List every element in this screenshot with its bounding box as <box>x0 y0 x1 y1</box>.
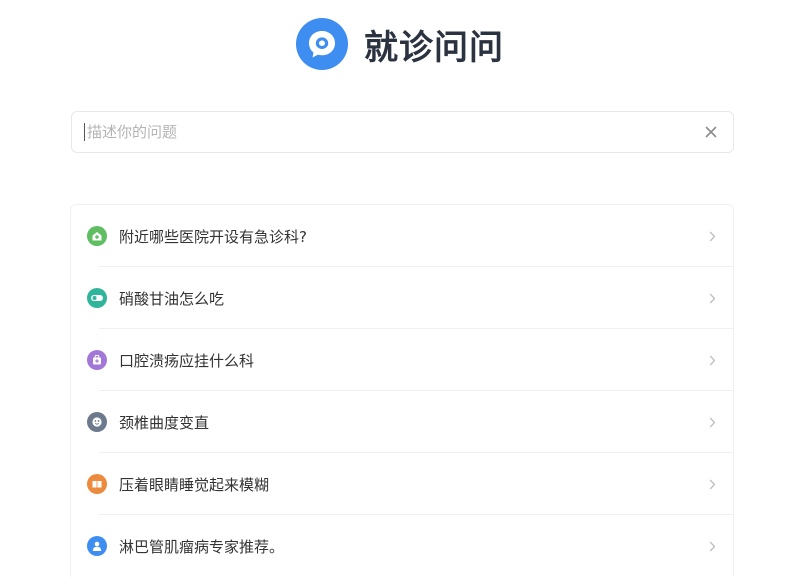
suggestion-item[interactable]: 硝酸甘油怎么吃 <box>71 267 733 329</box>
suggestion-item[interactable]: 口腔溃疡应挂什么科 <box>71 329 733 391</box>
suggestion-label: 口腔溃疡应挂什么科 <box>119 351 255 370</box>
chevron-right-icon <box>705 415 719 429</box>
suggestion-label: 附近哪些医院开设有急诊科? <box>119 227 307 246</box>
app-title: 就诊问问 <box>364 27 504 68</box>
book-icon <box>87 474 107 494</box>
header: 就诊问问 <box>0 18 800 70</box>
medical-kit-icon <box>87 350 107 370</box>
clear-button[interactable] <box>699 120 723 144</box>
chevron-right-icon <box>705 291 719 305</box>
chevron-right-icon <box>705 539 719 553</box>
search-input[interactable] <box>84 123 699 141</box>
suggestion-label: 颈椎曲度变直 <box>119 413 210 432</box>
suggestion-item[interactable]: 压着眼睛睡觉起来模糊 <box>71 453 733 515</box>
suggestion-label: 硝酸甘油怎么吃 <box>119 289 225 308</box>
doctor-icon <box>87 536 107 556</box>
face-icon <box>87 412 107 432</box>
suggestion-item[interactable]: 附近哪些医院开设有急诊科? <box>71 205 733 267</box>
suggestion-item[interactable]: 淋巴管肌瘤病专家推荐。 <box>71 515 733 577</box>
chevron-right-icon <box>705 477 719 491</box>
page: 就诊问问 附近哪些医院开设有急诊科? <box>0 0 800 577</box>
chat-bubble-icon <box>296 18 348 70</box>
hospital-icon <box>87 226 107 246</box>
search-box[interactable] <box>71 111 734 153</box>
suggestion-label: 压着眼睛睡觉起来模糊 <box>119 475 270 494</box>
pill-icon <box>87 288 107 308</box>
chevron-right-icon <box>705 229 719 243</box>
suggestion-label: 淋巴管肌瘤病专家推荐。 <box>119 537 285 556</box>
suggestion-item[interactable]: 颈椎曲度变直 <box>71 391 733 453</box>
close-icon <box>705 126 717 138</box>
suggestion-list: 附近哪些医院开设有急诊科? 硝酸甘油怎么吃 口腔溃疡应挂什么科 颈椎曲度变直 压… <box>70 204 734 577</box>
chevron-right-icon <box>705 353 719 367</box>
